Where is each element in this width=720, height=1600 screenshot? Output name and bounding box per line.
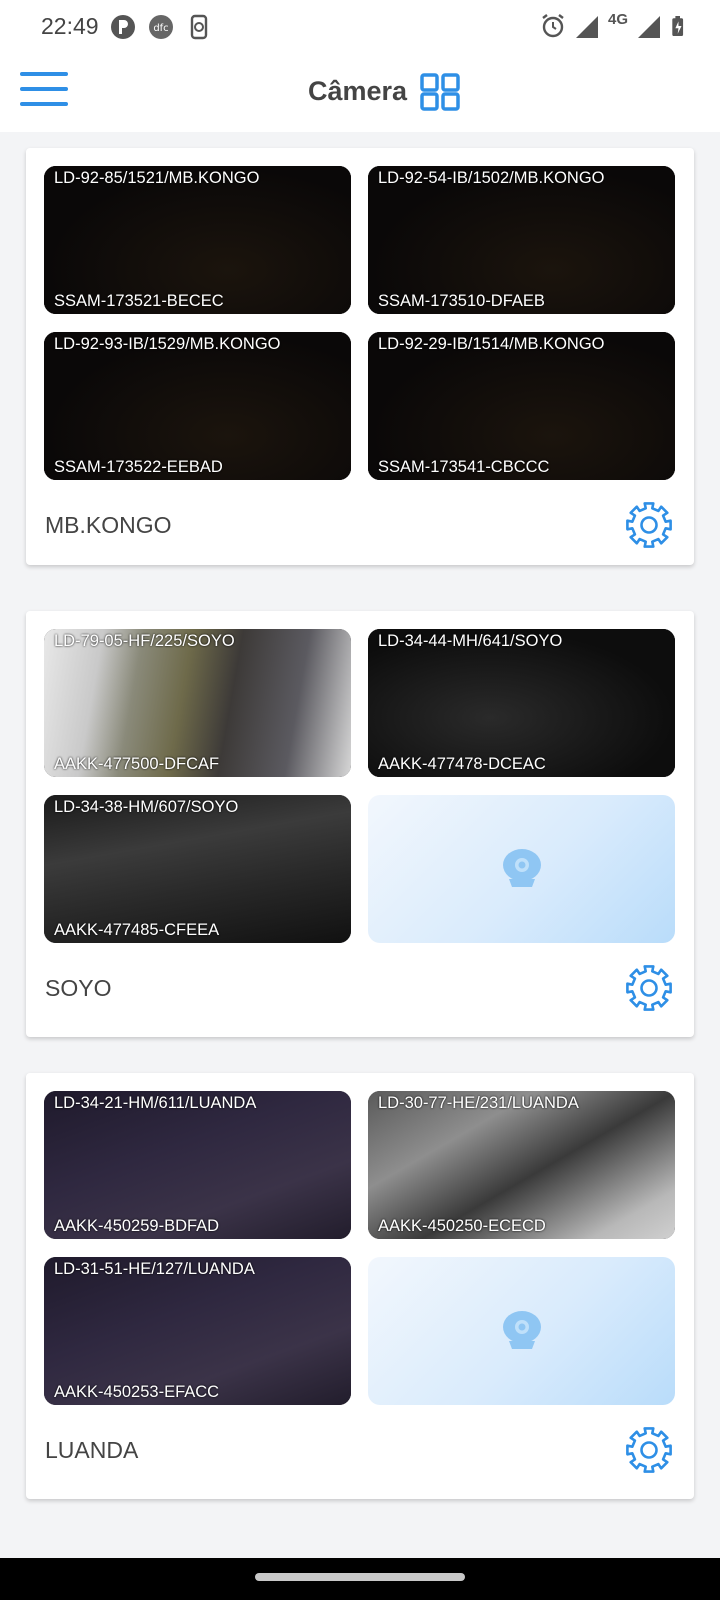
camera-name: LD-30-77-HE/231/LUANDA xyxy=(378,1094,579,1112)
status-left-icons: dfc xyxy=(110,14,212,40)
camera-tile[interactable]: LD-92-54-IB/1502/MB.KONGO SSAM-173510-DF… xyxy=(368,166,675,314)
camera-id: AAKK-450250-ECECD xyxy=(378,1217,546,1235)
camera-placeholder-icon xyxy=(503,849,541,887)
camera-id: SSAM-173522-EEBAD xyxy=(54,458,223,476)
signal-icon xyxy=(575,16,598,38)
alarm-icon xyxy=(542,14,564,38)
camera-name: LD-92-93-IB/1529/MB.KONGO xyxy=(54,335,281,353)
camera-name: LD-92-29-IB/1514/MB.KONGO xyxy=(378,335,605,353)
camera-name: LD-92-85/1521/MB.KONGO xyxy=(54,169,260,187)
system-nav-bar xyxy=(0,1558,720,1600)
camera-name: LD-34-21-HM/611/LUANDA xyxy=(54,1094,257,1112)
dfc-circle-icon: dfc xyxy=(149,15,173,39)
camera-tile[interactable]: LD-30-77-HE/231/LUANDA AAKK-450250-ECECD xyxy=(368,1091,675,1239)
camera-name: LD-34-38-HM/607/SOYO xyxy=(54,798,239,816)
group-card-soyo: LD-79-05-HF/225/SOYO AAKK-477500-DFCAF L… xyxy=(26,611,694,1037)
camera-tile[interactable]: LD-92-93-IB/1529/MB.KONGO SSAM-173522-EE… xyxy=(44,332,351,480)
status-right-icons: 4G xyxy=(540,10,690,40)
group-name: LUANDA xyxy=(45,1437,139,1463)
camera-id: AAKK-477500-DFCAF xyxy=(54,755,220,773)
signal-4g-icon xyxy=(638,16,660,38)
gear-icon[interactable] xyxy=(624,500,674,550)
camera-name: LD-34-44-MH/641/SOYO xyxy=(378,632,563,650)
camera-tile[interactable]: LD-92-29-IB/1514/MB.KONGO SSAM-173541-CB… xyxy=(368,332,675,480)
camera-name: LD-79-05-HF/225/SOYO xyxy=(54,632,235,650)
camera-grid: LD-79-05-HF/225/SOYO AAKK-477500-DFCAF L… xyxy=(44,629,676,943)
camera-id: AAKK-450253-EFACC xyxy=(54,1383,220,1401)
camera-id: SSAM-173510-DFAEB xyxy=(378,292,545,310)
gear-icon[interactable] xyxy=(624,1425,674,1475)
camera-tile[interactable]: LD-34-44-MH/641/SOYO AAKK-477478-DCEAC xyxy=(368,629,675,777)
battery-charging-icon xyxy=(672,16,684,36)
camera-tile[interactable]: LD-79-05-HF/225/SOYO AAKK-477500-DFCAF xyxy=(44,629,351,777)
camera-grid: LD-34-21-HM/611/LUANDA AAKK-450259-BDFAD… xyxy=(44,1091,676,1405)
home-indicator[interactable] xyxy=(255,1573,465,1581)
camera-id: AAKK-477485-CFEEA xyxy=(54,921,220,939)
status-time: 22:49 xyxy=(41,13,99,39)
group-name: SOYO xyxy=(45,975,112,1001)
camera-placeholder-icon xyxy=(503,1311,541,1349)
camera-id: AAKK-450259-BDFAD xyxy=(54,1217,220,1235)
page-title: Câmera xyxy=(308,76,408,106)
menu-line xyxy=(20,72,68,76)
group-card-luanda: LD-34-21-HM/611/LUANDA AAKK-450259-BDFAD… xyxy=(26,1073,694,1499)
grid-view-icon[interactable] xyxy=(420,73,460,111)
app-bar: Câmera xyxy=(0,54,720,132)
camera-id: SSAM-173521-BECEC xyxy=(54,292,224,310)
menu-line xyxy=(20,102,68,106)
camera-name: LD-31-51-HE/127/LUANDA xyxy=(54,1260,255,1278)
camera-tile[interactable]: LD-34-21-HM/611/LUANDA AAKK-450259-BDFAD xyxy=(44,1091,351,1239)
camera-id: SSAM-173541-CBCCC xyxy=(378,458,550,476)
menu-button[interactable] xyxy=(20,72,68,112)
camera-tile[interactable]: LD-92-85/1521/MB.KONGO SSAM-173521-BECEC xyxy=(44,166,351,314)
camera-tile[interactable]: LD-34-38-HM/607/SOYO AAKK-477485-CFEEA xyxy=(44,795,351,943)
gear-icon[interactable] xyxy=(624,963,674,1013)
p-circle-icon xyxy=(111,15,135,39)
camera-name: LD-92-54-IB/1502/MB.KONGO xyxy=(378,169,605,187)
camera-grid: LD-92-85/1521/MB.KONGO SSAM-173521-BECEC… xyxy=(44,166,676,480)
status-bar: 22:49 dfc 4G xyxy=(0,0,720,54)
menu-line xyxy=(20,87,68,91)
empty-camera-slot[interactable] xyxy=(368,795,675,943)
phone-sync-icon xyxy=(190,14,208,40)
network-label: 4G xyxy=(607,10,628,28)
camera-tile[interactable]: LD-31-51-HE/127/LUANDA AAKK-450253-EFACC xyxy=(44,1257,351,1405)
group-card-mb-kongo: LD-92-85/1521/MB.KONGO SSAM-173521-BECEC… xyxy=(26,148,694,565)
svg-text:dfc: dfc xyxy=(153,23,168,34)
group-name: MB.KONGO xyxy=(45,512,172,538)
camera-id: AAKK-477478-DCEAC xyxy=(378,755,546,773)
empty-camera-slot[interactable] xyxy=(368,1257,675,1405)
